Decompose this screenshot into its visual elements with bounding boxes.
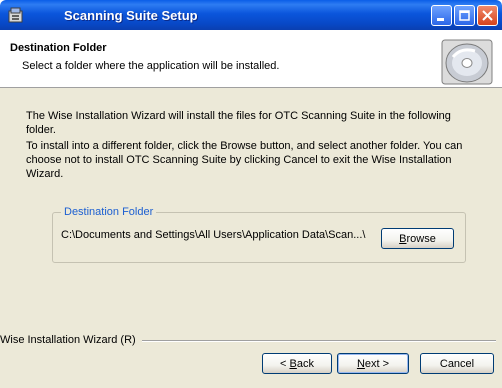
next-accel: N xyxy=(356,358,365,370)
back-prefix: < xyxy=(280,358,290,370)
destination-folder-label: Destination Folder xyxy=(61,206,157,218)
title-bar[interactable]: Scanning Suite Setup xyxy=(0,0,502,30)
next-button[interactable]: Next > xyxy=(337,353,409,374)
close-icon xyxy=(482,10,493,21)
installer-icon xyxy=(7,6,25,24)
wizard-body: The Wise Installation Wizard will instal… xyxy=(0,88,502,388)
minimize-button[interactable] xyxy=(431,5,452,26)
wizard-brand-label: Wise Installation Wizard (R) xyxy=(0,334,142,346)
cancel-button[interactable]: Cancel xyxy=(420,353,494,374)
browse-label: rowse xyxy=(406,233,436,245)
back-label: ack xyxy=(296,358,314,370)
cd-disc-icon xyxy=(441,39,493,85)
maximize-icon xyxy=(459,10,470,21)
next-label: ext > xyxy=(364,358,390,370)
maximize-button[interactable] xyxy=(454,5,475,26)
minimize-icon xyxy=(437,18,444,21)
wizard-header: Destination Folder Select a folder where… xyxy=(0,30,502,88)
destination-path: C:\Documents and Settings\All Users\Appl… xyxy=(61,229,366,241)
window-title: Scanning Suite Setup xyxy=(64,8,198,23)
close-button[interactable] xyxy=(477,5,498,26)
page-title: Destination Folder xyxy=(10,42,107,54)
browse-instructions-text: To install into a different folder, clic… xyxy=(26,140,463,180)
install-info-text: The Wise Installation Wizard will instal… xyxy=(26,110,451,136)
browse-accel: B xyxy=(399,233,407,245)
destination-folder-group: Destination Folder C:\Documents and Sett… xyxy=(52,206,466,263)
browse-button[interactable]: Browse xyxy=(381,228,454,249)
page-subtitle: Select a folder where the application wi… xyxy=(22,60,280,72)
back-accel: B xyxy=(289,358,297,370)
back-button[interactable]: < Back xyxy=(262,353,332,374)
